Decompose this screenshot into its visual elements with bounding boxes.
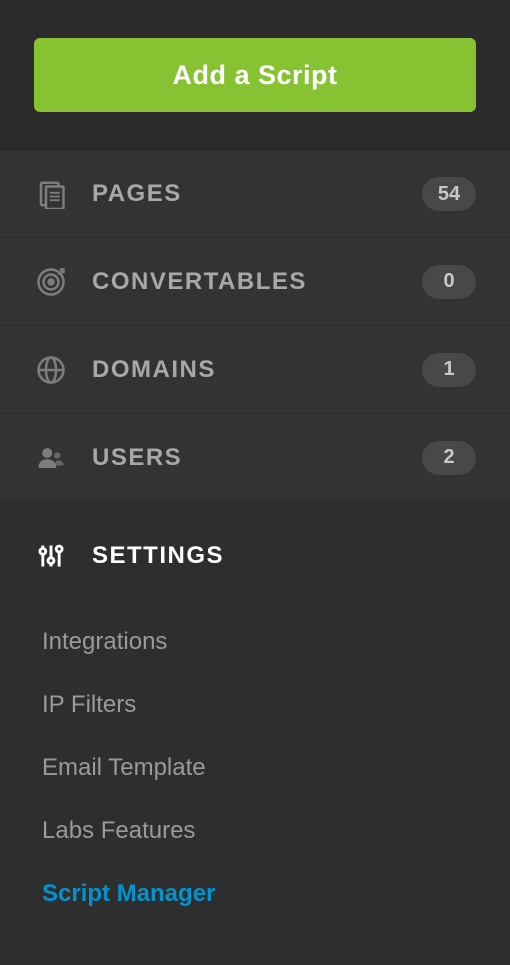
settings-item-integrations[interactable]: Integrations: [0, 610, 510, 673]
nav-label: CONVERTABLES: [92, 268, 422, 296]
nav-label: USERS: [92, 444, 422, 472]
nav-label: DOMAINS: [92, 356, 422, 384]
settings-section: SETTINGS Integrations IP Filters Email T…: [0, 502, 510, 965]
settings-label: SETTINGS: [92, 542, 224, 570]
nav-item-users[interactable]: USERS 2: [0, 414, 510, 502]
users-icon: [34, 441, 68, 475]
nav-label: PAGES: [92, 180, 422, 208]
settings-item-script-manager[interactable]: Script Manager: [0, 862, 510, 925]
nav-badge: 1: [422, 353, 476, 387]
nav-badge: 54: [422, 177, 476, 211]
settings-header[interactable]: SETTINGS: [0, 526, 510, 586]
nav-badge: 0: [422, 265, 476, 299]
add-script-button[interactable]: Add a Script: [34, 38, 476, 112]
nav-item-pages[interactable]: PAGES 54: [0, 150, 510, 238]
globe-icon: [34, 353, 68, 387]
settings-item-ip-filters[interactable]: IP Filters: [0, 673, 510, 736]
pages-icon: [34, 177, 68, 211]
nav-item-convertables[interactable]: CONVERTABLES 0: [0, 238, 510, 326]
nav-badge: 2: [422, 441, 476, 475]
target-icon: [34, 265, 68, 299]
nav-section: PAGES 54 CONVERTABLES 0 DOMAINS 1 USERS …: [0, 150, 510, 502]
top-area: Add a Script: [0, 0, 510, 150]
sliders-icon: [34, 539, 68, 573]
nav-item-domains[interactable]: DOMAINS 1: [0, 326, 510, 414]
settings-item-labs-features[interactable]: Labs Features: [0, 799, 510, 862]
settings-item-email-template[interactable]: Email Template: [0, 736, 510, 799]
